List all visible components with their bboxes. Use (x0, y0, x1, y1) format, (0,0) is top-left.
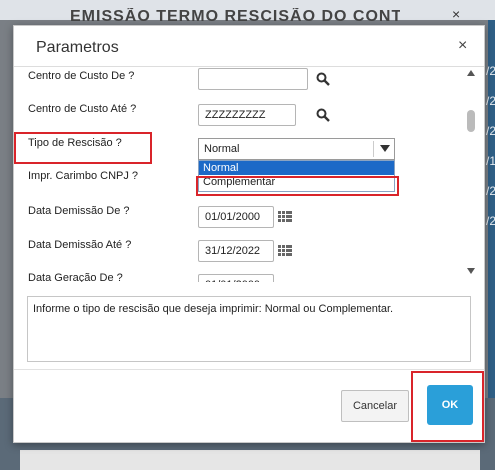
dialog-divider (14, 66, 484, 67)
field-label-centro-custo-ate: Centro de Custo Até ? (28, 103, 137, 115)
dialog-title: Parametros (36, 39, 119, 56)
background-side-label: /2 (486, 94, 495, 108)
background-footer-bar (20, 450, 480, 470)
data-demissao-de-input[interactable]: 01/01/2000 (198, 206, 274, 228)
scroll-down-icon[interactable] (467, 268, 475, 274)
help-text-box: Informe o tipo de rescisão que deseja im… (27, 296, 471, 362)
background-close-icon[interactable]: × (452, 6, 460, 22)
calendar-icon[interactable] (278, 244, 292, 258)
search-icon[interactable] (316, 108, 330, 122)
select-separator (373, 141, 374, 157)
chevron-down-icon[interactable] (380, 145, 390, 152)
parameters-scrollbar[interactable] (465, 68, 477, 276)
tipo-rescisao-value: Normal (204, 143, 240, 155)
centro-custo-ate-input[interactable]: ZZZZZZZZZ (198, 104, 296, 126)
highlight-box-ok-button (411, 371, 484, 442)
background-header: EMISSÃO TERMO RESCISÃO DO CONTRATO × (0, 0, 495, 22)
tipo-rescisao-select[interactable]: Normal (198, 138, 395, 160)
data-geracao-de-input[interactable]: 01/01/2000 (198, 274, 274, 282)
field-label-data-demissao-de: Data Demissão De ? (28, 205, 130, 217)
field-label-centro-custo-de: Centro de Custo De ? (28, 70, 135, 82)
background-side-label: /2 (486, 184, 495, 198)
footer-divider (14, 369, 484, 370)
background-side-label: /1 (486, 154, 495, 168)
centro-custo-de-input[interactable] (198, 68, 308, 90)
background-title: EMISSÃO TERMO RESCISÃO DO CONTRATO (70, 8, 400, 22)
close-icon[interactable]: × (458, 37, 467, 55)
background-side-label: /2 (486, 124, 495, 138)
field-label-data-geracao-de: Data Geração De ? (28, 272, 123, 282)
scroll-up-icon[interactable] (467, 70, 475, 76)
background-side-label: /2 (486, 64, 495, 78)
field-label-data-demissao-ate: Data Demissão Até ? (28, 239, 132, 251)
parameters-panel: Centro de Custo De ? Centro de Custo Até… (16, 68, 482, 282)
highlight-box-complementar-option (196, 176, 399, 196)
highlight-box-tipo-rescisao-label (14, 132, 152, 164)
field-label-impr-carimbo-cnpj: Impr. Carimbo CNPJ ? (28, 170, 139, 182)
calendar-icon[interactable] (278, 210, 292, 224)
search-icon[interactable] (316, 72, 330, 86)
scroll-thumb[interactable] (467, 110, 475, 132)
background-side-label: /2 (486, 214, 495, 228)
dropdown-option-normal[interactable]: Normal (199, 161, 394, 175)
cancel-button[interactable]: Cancelar (341, 390, 409, 422)
data-demissao-ate-input[interactable]: 31/12/2022 (198, 240, 274, 262)
parameters-dialog: Parametros × Centro de Custo De ? Centro… (13, 25, 485, 443)
